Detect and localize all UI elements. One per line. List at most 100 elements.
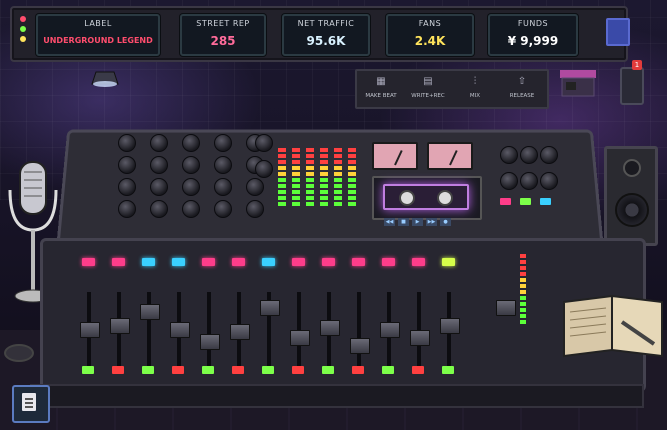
meter-segment [278,196,286,200]
settings-gear-icon[interactable] [606,18,630,46]
fast-forward-button[interactable]: ▶▶ [426,218,437,226]
master-led-button[interactable] [540,198,551,205]
channel-solo-button[interactable] [142,366,154,374]
eq-knob[interactable] [150,156,168,174]
channel-solo-button[interactable] [412,366,424,374]
eq-knob[interactable] [118,156,136,174]
mix-button[interactable]: ⫶ MIX [453,73,497,105]
channel-fader[interactable] [110,318,130,334]
master-meter-segment [520,260,526,264]
release-button[interactable]: ⇧ RELEASE [500,73,544,105]
stat-funds-title: FUNDS [517,19,549,28]
master-knob[interactable] [540,146,558,164]
channel-solo-button[interactable] [352,366,364,374]
eq-knob[interactable] [150,200,168,218]
master-knob[interactable] [500,172,518,190]
eq-knob[interactable] [255,160,273,178]
channel-solo-button[interactable] [202,366,214,374]
master-meter-segment [520,314,526,318]
channel-fader[interactable] [230,324,250,340]
master-meter-segment [520,320,526,324]
rewind-button[interactable]: ◀◀ [384,218,395,226]
channel-mute-button[interactable] [322,258,335,266]
notes-button[interactable] [12,385,50,423]
eq-knob[interactable] [118,200,136,218]
mixer-main-panel [40,238,646,392]
channel-solo-button[interactable] [262,366,274,374]
channel-solo-button[interactable] [172,366,184,374]
channel-solo-button[interactable] [382,366,394,374]
shop-icon[interactable] [558,68,598,98]
master-knob[interactable] [540,172,558,190]
channel-fader[interactable] [410,330,430,346]
channel-solo-button[interactable] [112,366,124,374]
eq-knob[interactable] [150,134,168,152]
eq-knob[interactable] [118,178,136,196]
master-fader[interactable] [496,300,516,316]
eq-knob[interactable] [150,178,168,196]
meter-segment [334,160,342,164]
channel-solo-button[interactable] [442,366,454,374]
channel-mute-button[interactable] [82,258,95,266]
eq-knob[interactable] [182,134,200,152]
phone-icon[interactable] [620,67,644,105]
cassette-tape[interactable] [383,184,469,210]
channel-fader[interactable] [260,300,280,316]
channel-mute-button[interactable] [112,258,125,266]
channel-mute-button[interactable] [232,258,245,266]
master-knob[interactable] [520,146,538,164]
channel-mute-button[interactable] [262,258,275,266]
channel-mute-button[interactable] [352,258,365,266]
meter-segment [306,166,314,170]
eq-knob[interactable] [246,200,264,218]
speaker-woofer [615,193,649,227]
play-button[interactable]: ▶ [412,218,423,226]
channel-fader[interactable] [200,334,220,350]
write-rec-button[interactable]: ▤ WRITE+REC [406,73,450,105]
eq-knob[interactable] [118,134,136,152]
lyrics-notebook[interactable] [560,292,666,358]
eq-knob[interactable] [214,178,232,196]
eq-knob[interactable] [214,134,232,152]
channel-fader[interactable] [290,330,310,346]
channel-fader[interactable] [440,318,460,334]
eq-knob[interactable] [214,200,232,218]
channel-solo-button[interactable] [322,366,334,374]
master-led-button[interactable] [520,198,531,205]
meter-segment [306,178,314,182]
eq-knob[interactable] [182,200,200,218]
channel-fader[interactable] [80,322,100,338]
channel-solo-button[interactable] [292,366,304,374]
meter-segment [348,160,356,164]
channel-mute-button[interactable] [292,258,305,266]
channel-fader[interactable] [320,320,340,336]
eq-knob[interactable] [214,156,232,174]
record-button[interactable]: ● [440,218,451,226]
eq-knob[interactable] [182,178,200,196]
channel-solo-button[interactable] [82,366,94,374]
channel-fader[interactable] [380,322,400,338]
channel-fader[interactable] [350,338,370,354]
channel-mute-button[interactable] [142,258,155,266]
meter-segment [348,178,356,182]
meter-segment [306,154,314,158]
channel-fader[interactable] [170,322,190,338]
channel-solo-button[interactable] [232,366,244,374]
stop-button[interactable]: ■ [398,218,409,226]
master-led-button[interactable] [500,198,511,205]
master-knob[interactable] [520,172,538,190]
eq-knob[interactable] [246,178,264,196]
make-beat-button[interactable]: ▦ MAKE BEAT [359,73,403,105]
fader-track [357,292,361,370]
eq-knob[interactable] [255,134,273,152]
master-knob[interactable] [500,146,518,164]
meter-segment [348,190,356,194]
channel-fader[interactable] [140,304,160,320]
channel-mute-button[interactable] [202,258,215,266]
channel-mute-button[interactable] [172,258,185,266]
eq-knob[interactable] [182,156,200,174]
channel-mute-button[interactable] [382,258,395,266]
channel-mute-button[interactable] [412,258,425,266]
meter-segment [320,196,328,200]
channel-mute-button[interactable] [442,258,455,266]
